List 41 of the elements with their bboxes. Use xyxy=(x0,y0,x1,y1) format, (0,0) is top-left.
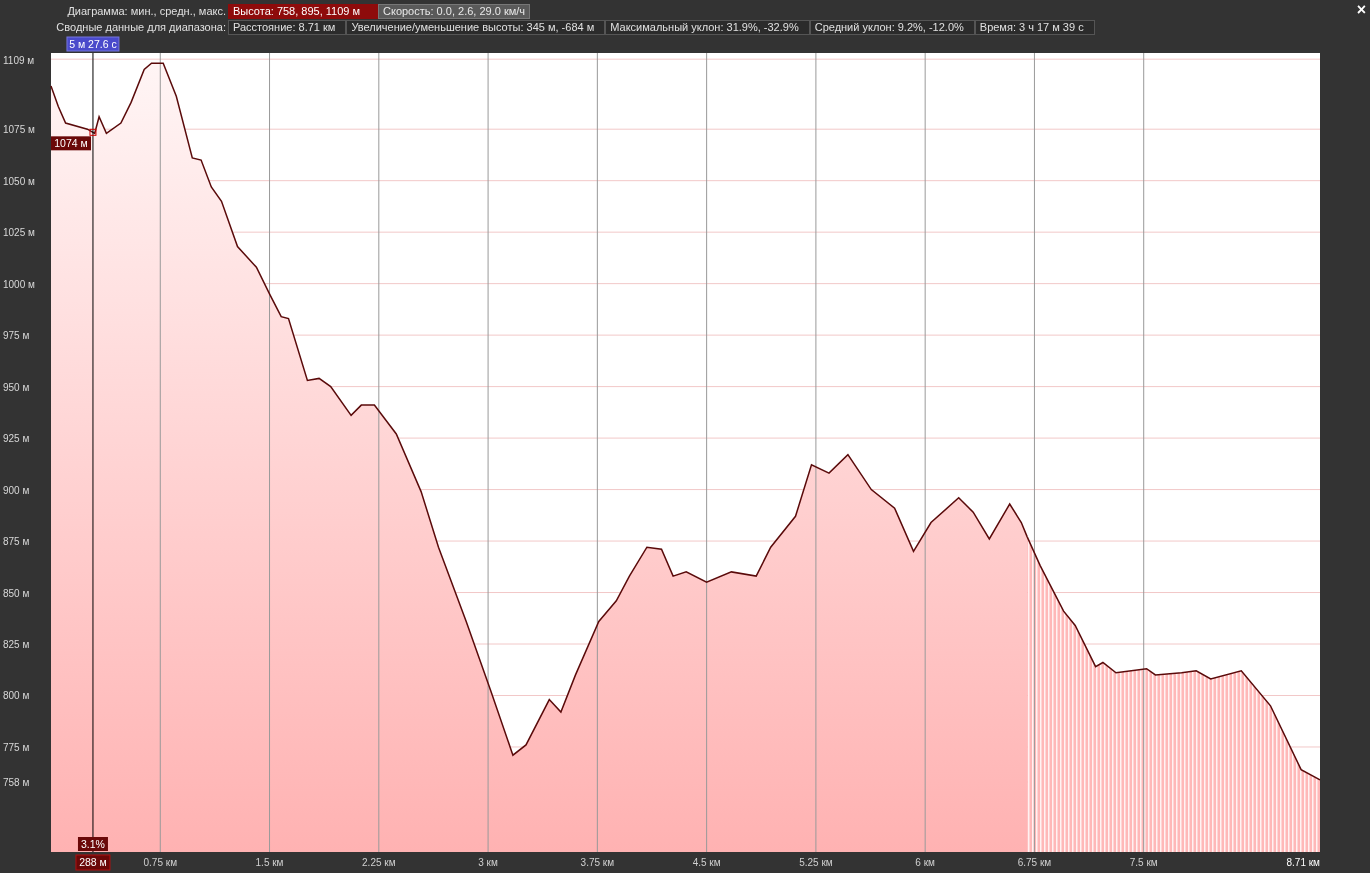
summary-stat: Расстояние: 8.71 км xyxy=(228,20,347,35)
axis-label: 925 м xyxy=(3,433,30,445)
axis-label: 8.71 км xyxy=(1286,857,1320,868)
metric-toggle[interactable]: Высота: 758, 895, 1109 м xyxy=(228,4,378,19)
axis-label: 1025 м xyxy=(3,227,35,239)
axis-label: 1050 м xyxy=(3,175,35,187)
summary-stat: Средний уклон: 9.2%, -12.0% xyxy=(809,20,975,35)
close-button[interactable]: × xyxy=(1356,2,1366,18)
axis-label: 900 м xyxy=(3,484,30,496)
axis-label: 1.5 км xyxy=(255,857,284,868)
axis-label: 1000 м xyxy=(3,278,35,290)
elevation-label: 1074 м xyxy=(51,136,91,151)
distance-label: 288 м xyxy=(75,854,111,871)
axis-label: 6.75 км xyxy=(1017,857,1052,868)
slope-label: 3.1% xyxy=(77,837,108,851)
axis-label: 875 м xyxy=(3,536,30,548)
axis-label: 3.75 км xyxy=(580,857,615,868)
axis-label: 850 м xyxy=(3,587,30,599)
axis-label: 4.5 км xyxy=(692,857,721,868)
summary-stat: Максимальный уклон: 31.9%, -32.9% xyxy=(605,20,810,35)
axis-label: 1075 м xyxy=(3,124,35,136)
axis-label: 7.5 км xyxy=(1129,857,1158,868)
metric-toggle[interactable]: Скорость: 0.0, 2.6, 29.0 км/ч xyxy=(378,4,531,19)
time-label: 5 м 27.6 с xyxy=(66,36,120,52)
axis-label: 775 м xyxy=(3,742,30,753)
axis-label: 6 км xyxy=(915,857,935,868)
axis-label: 950 м xyxy=(3,381,30,393)
axis-label: 758 м xyxy=(3,777,30,788)
axis-label: 825 м xyxy=(3,639,30,650)
axis-label: 5.25 км xyxy=(799,857,833,868)
axis-label: 3 км xyxy=(478,857,498,868)
axis-label: 800 м xyxy=(3,690,30,702)
axis-label: 1109 м xyxy=(3,55,35,66)
chart-type-label: Диаграмма: мин., средн., макс. xyxy=(67,4,226,20)
summary-stat: Увеличение/уменьшение высоты: 345 м, -684 м xyxy=(346,20,606,35)
cursor-marker xyxy=(89,128,97,136)
summary-label: Сводные данные для диапазона: xyxy=(56,20,226,36)
axis-label: 2.25 км xyxy=(362,857,396,868)
axis-label: 975 м xyxy=(3,330,30,342)
summary-stat: Время: 3 ч 17 м 39 с xyxy=(974,20,1095,35)
axis-label: 0.75 км xyxy=(143,857,177,868)
